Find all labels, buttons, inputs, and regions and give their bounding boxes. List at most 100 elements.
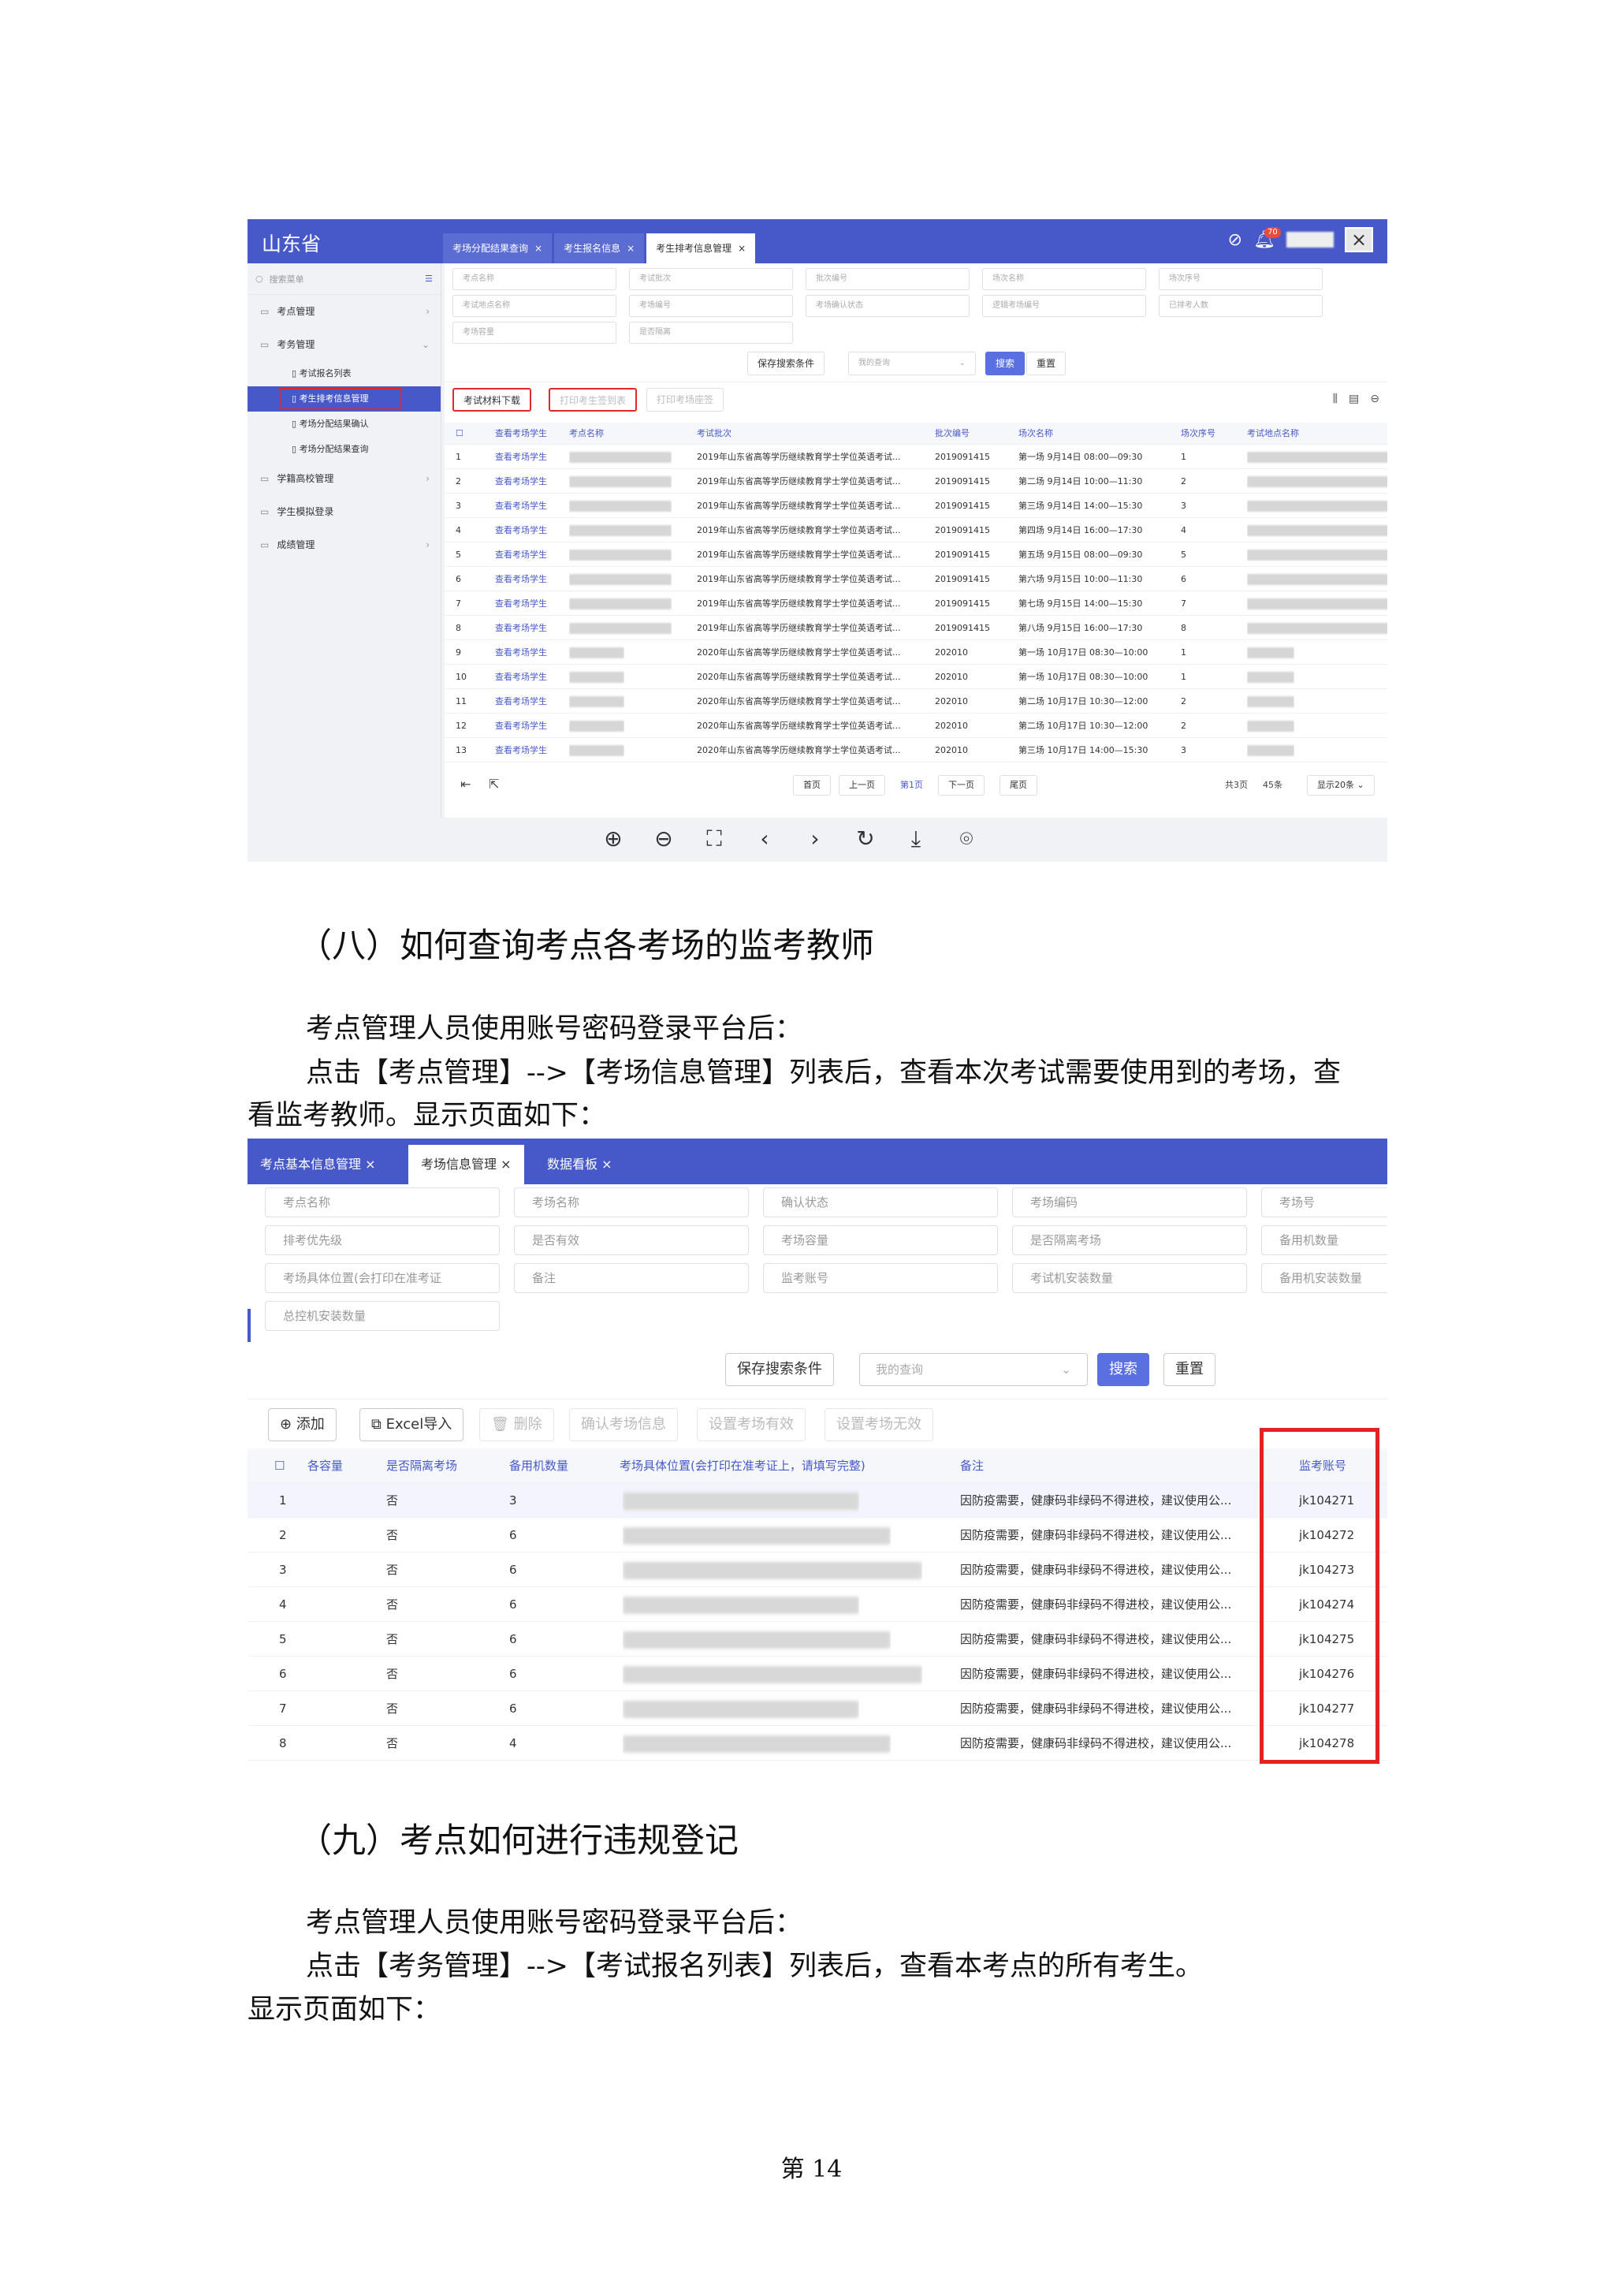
view-students-link[interactable]: 查看考场学生 — [495, 714, 547, 738]
filter-field[interactable]: 备用机数量 — [1261, 1225, 1387, 1255]
collapse-icon[interactable]: ⇤ — [460, 777, 471, 792]
filter-field[interactable]: 监考账号 — [763, 1263, 998, 1293]
confirm-room-button[interactable]: 确认考场信息 — [569, 1408, 678, 1441]
page-size-select[interactable]: 显示20条 ⌄ — [1307, 775, 1375, 796]
view-students-link[interactable]: 查看考场学生 — [495, 640, 547, 665]
filter-field[interactable]: 排考优先级 — [265, 1225, 500, 1255]
close-icon[interactable]: × — [627, 243, 635, 254]
sidebar-item-exam-affairs[interactable]: ▭ 考务管理 ⌄ — [248, 328, 441, 361]
view-students-link[interactable]: 查看考场学生 — [495, 469, 547, 494]
settings-icon[interactable]: ⊖ — [1370, 393, 1379, 405]
print-seat-label-button[interactable]: 打印考场座签 — [646, 388, 724, 412]
zoom-in-icon[interactable]: ⊕ — [599, 826, 627, 852]
view-students-link[interactable]: 查看考场学生 — [495, 567, 547, 591]
filter-batch-code[interactable]: 批次编号 — [806, 268, 970, 290]
filter-site-name[interactable]: 考点名称 — [452, 268, 616, 290]
close-icon[interactable]: × — [534, 243, 542, 254]
rotate-icon[interactable]: ↻ — [851, 826, 880, 852]
filter-logic-room[interactable]: 逻辑考场编号 — [982, 295, 1146, 317]
sidebar-item-school-roll[interactable]: ▭ 学籍高校管理 › — [248, 462, 441, 495]
view-students-link[interactable]: 查看考场学生 — [495, 518, 547, 542]
next-page-button[interactable]: 下一页 — [938, 775, 985, 796]
filter-field[interactable]: 考场名称 — [514, 1187, 749, 1217]
close-icon[interactable]: × — [738, 243, 746, 254]
set-valid-button[interactable]: 设置考场有效 — [697, 1408, 806, 1441]
sidebar-sub-arrangement[interactable]: ▯ 考生排考信息管理 — [248, 386, 441, 412]
list-icon[interactable]: ☰ — [425, 274, 433, 284]
last-page-button[interactable]: 尾页 — [999, 775, 1037, 796]
filter-field[interactable]: 备注 — [514, 1263, 749, 1293]
bell-icon[interactable]: 🔔︎ 70 — [1253, 226, 1281, 250]
zoom-out-icon[interactable]: ⊖ — [650, 826, 678, 852]
select-all-checkbox[interactable]: ☐ — [456, 423, 463, 445]
download-icon[interactable]: ⤓ — [902, 826, 930, 852]
filter-field[interactable]: 考场具体位置(会打印在准考证 — [265, 1263, 500, 1293]
close-icon[interactable]: × — [501, 1157, 511, 1172]
view-students-link[interactable]: 查看考场学生 — [495, 665, 547, 689]
tab-site-basic-info[interactable]: 考点基本信息管理 × — [248, 1145, 389, 1184]
save-search-button[interactable]: 保存搜索条件 — [747, 352, 825, 375]
set-invalid-button[interactable]: 设置考场无效 — [825, 1408, 933, 1441]
chevron-left-icon[interactable]: ‹ — [750, 826, 779, 852]
filter-room-code[interactable]: 考场编号 — [629, 295, 793, 317]
view-students-link[interactable]: 查看考场学生 — [495, 738, 547, 762]
filter-capacity[interactable]: 考场容量 — [452, 322, 616, 344]
sidebar-sub-allocation-confirm[interactable]: ▯ 考场分配结果确认 — [248, 412, 441, 437]
search-button[interactable]: 搜索 — [1097, 1353, 1149, 1386]
delete-button[interactable]: 🗑︎ 删除 — [479, 1408, 554, 1441]
sidebar-search[interactable]: ○ 搜索菜单 ☰ — [248, 263, 441, 295]
tab-arrangement-management[interactable]: 考生排考信息管理 × — [646, 233, 756, 263]
download-materials-button[interactable]: 考试材料下载 — [452, 388, 532, 412]
view-students-link[interactable]: 查看考场学生 — [495, 494, 547, 518]
filter-field[interactable]: 考场编码 — [1012, 1187, 1247, 1217]
print-sign-sheet-button[interactable]: 打印考生签到表 — [549, 388, 638, 412]
filter-exam-batch[interactable]: 考试批次 — [629, 268, 793, 290]
columns-icon[interactable]: ⫼ — [1333, 393, 1338, 405]
user-avatar[interactable] — [1286, 232, 1334, 248]
tab-room-info[interactable]: 考场信息管理 × — [408, 1145, 524, 1184]
sidebar-sub-allocation-query[interactable]: ▯ 考场分配结果查询 — [248, 437, 441, 462]
filter-field[interactable]: 确认状态 — [763, 1187, 998, 1217]
view-students-link[interactable]: 查看考场学生 — [495, 616, 547, 640]
save-search-button[interactable]: 保存搜索条件 — [725, 1353, 834, 1386]
filter-field[interactable]: 考试机安装数量 — [1012, 1263, 1247, 1293]
view-students-link[interactable]: 查看考场学生 — [495, 689, 547, 714]
filter-field[interactable]: 考点名称 — [265, 1187, 500, 1217]
select-all-checkbox[interactable]: ☐ — [274, 1448, 285, 1483]
fullscreen-icon[interactable]: ⛶ — [700, 826, 728, 852]
chevron-right-icon[interactable]: › — [801, 826, 829, 852]
filter-field[interactable]: 总控机安装数量 — [265, 1301, 500, 1331]
prev-page-button[interactable]: 上一页 — [839, 775, 885, 796]
compass-icon[interactable]: ⊘ — [1228, 230, 1242, 250]
filter-field[interactable]: 是否有效 — [514, 1225, 749, 1255]
filter-field[interactable]: 考场容量 — [763, 1225, 998, 1255]
my-query-select[interactable]: 我的查询 ⌄ — [848, 352, 976, 375]
filter-field[interactable]: 考场号 — [1261, 1187, 1387, 1217]
sidebar-item-scores[interactable]: ▭ 成绩管理 › — [248, 528, 441, 561]
excel-import-button[interactable]: ⧉ Excel导入 — [359, 1408, 464, 1441]
filter-confirm-status[interactable]: 考场确认状态 — [806, 295, 970, 317]
close-icon[interactable]: × — [601, 1157, 612, 1172]
close-icon[interactable]: × — [365, 1157, 375, 1172]
view-students-link[interactable]: 查看考场学生 — [495, 445, 547, 469]
filter-isolated[interactable]: 是否隔离 — [629, 322, 793, 344]
tab-dashboard[interactable]: 数据看板 × — [534, 1145, 625, 1184]
filter-location-name[interactable]: 考试地点名称 — [452, 295, 616, 317]
tab-registration-info[interactable]: 考生报名信息 × — [554, 233, 645, 263]
filter-field[interactable]: 是否隔离考场 — [1012, 1225, 1247, 1255]
export-icon[interactable]: ▤ — [1349, 393, 1359, 405]
reset-button[interactable]: 重置 — [1026, 352, 1066, 375]
filter-arranged-count[interactable]: 已排考人数 — [1159, 295, 1323, 317]
sidebar-item-site-management[interactable]: ▭ 考点管理 › — [248, 295, 441, 328]
first-page-button[interactable]: 首页 — [793, 775, 831, 796]
add-button[interactable]: ⊕ 添加 — [268, 1408, 337, 1441]
close-icon[interactable]: × — [1345, 227, 1373, 252]
filter-field[interactable]: 备用机安装数量 — [1261, 1263, 1387, 1293]
sidebar-sub-registration-list[interactable]: ▯ 考试报名列表 — [248, 361, 441, 386]
tab-allocation-query[interactable]: 考场分配结果查询 × — [443, 233, 553, 263]
my-query-select[interactable]: 我的查询 ⌄ — [859, 1353, 1088, 1386]
external-link-icon[interactable]: ⇱ — [489, 777, 499, 792]
filter-session-seq[interactable]: 场次序号 — [1159, 268, 1323, 290]
search-button[interactable]: 搜索 — [985, 352, 1026, 375]
view-students-link[interactable]: 查看考场学生 — [495, 542, 547, 567]
